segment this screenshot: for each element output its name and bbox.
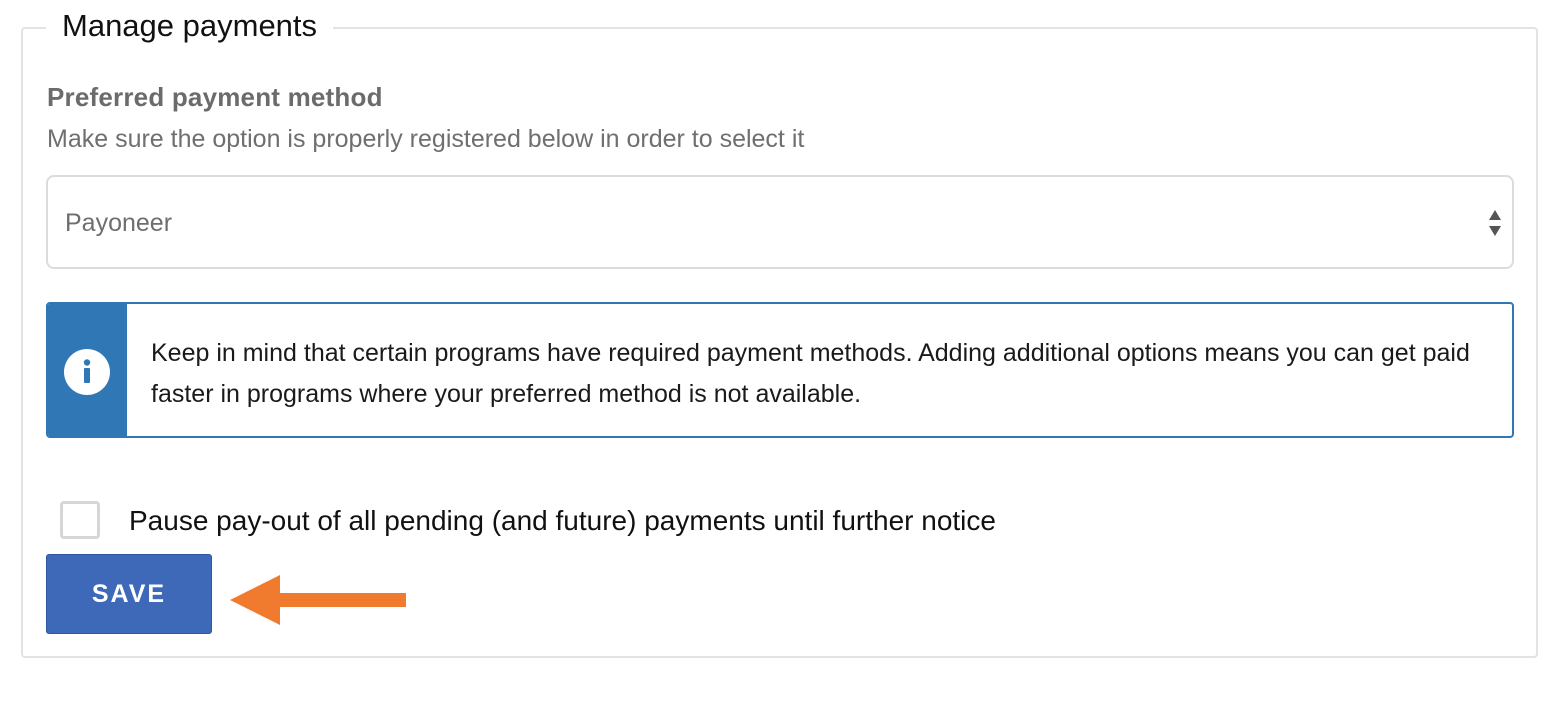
info-notice: Keep in mind that certain programs have … [46,302,1514,438]
preferred-payment-method-label: Preferred payment method [47,82,383,112]
arrow-left-icon [230,575,406,625]
preferred-payment-method-select[interactable]: Payoneer [46,175,1514,269]
select-arrows-icon [1489,210,1501,236]
section-legend: Manage payments [46,6,334,46]
info-notice-text: Keep in mind that certain programs have … [151,339,1470,408]
selected-payment-method: Payoneer [65,209,173,237]
info-icon [64,349,110,395]
pause-payout-label[interactable]: Pause pay-out of all pending (and future… [129,502,996,540]
pause-payout-checkbox[interactable] [60,501,100,539]
preferred-payment-method-help: Make sure the option is properly registe… [47,125,805,153]
info-notice-sidebar [48,304,127,436]
save-button[interactable]: SAVE [46,554,212,634]
